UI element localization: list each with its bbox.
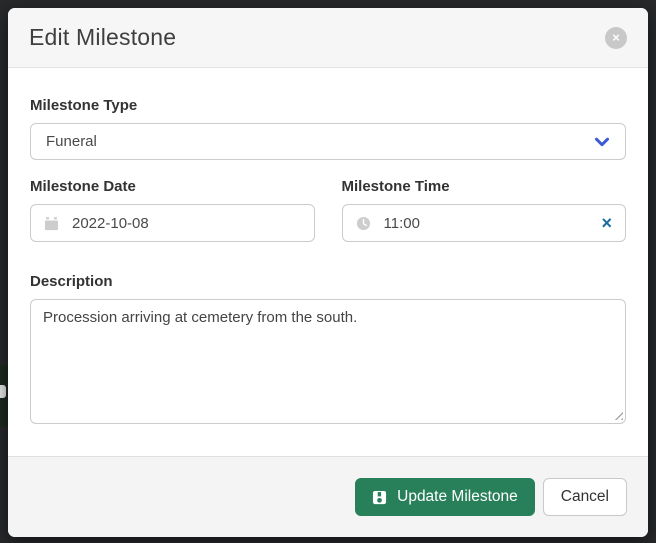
milestone-date-input[interactable]: 2022-10-08	[30, 204, 315, 242]
chevron-down-icon	[594, 134, 610, 150]
clear-time-button[interactable]: ×	[601, 214, 612, 232]
milestone-type-label: Milestone Type	[30, 97, 626, 114]
cancel-label: Cancel	[561, 488, 609, 506]
close-icon: ×	[612, 31, 620, 44]
milestone-type-value: Funeral	[46, 133, 97, 150]
modal-title: Edit Milestone	[29, 24, 176, 51]
milestone-date-label: Milestone Date	[30, 178, 315, 195]
milestone-date-group: Milestone Date 2022-10-08	[30, 178, 315, 242]
description-group: Procession arriving at cemetery from the…	[30, 299, 626, 424]
milestone-time-label: Milestone Time	[342, 178, 627, 195]
modal-body: Milestone Type Funeral Milestone Date	[8, 68, 648, 456]
description-textarea[interactable]: Procession arriving at cemetery from the…	[30, 299, 626, 424]
update-milestone-button[interactable]: Update Milestone	[355, 478, 535, 516]
edit-milestone-modal: Edit Milestone × Milestone Type Funeral …	[8, 8, 648, 537]
update-milestone-label: Update Milestone	[397, 488, 518, 506]
description-label: Description	[30, 273, 626, 290]
milestone-time-input[interactable]: 11:00 ×	[342, 204, 627, 242]
milestone-date-value: 2022-10-08	[72, 215, 149, 232]
milestone-type-select[interactable]: Funeral	[30, 123, 626, 160]
save-icon	[372, 490, 387, 505]
modal-header: Edit Milestone ×	[8, 8, 648, 68]
cancel-button[interactable]: Cancel	[543, 478, 627, 516]
date-time-row: Milestone Date 2022-10-08 Milestone Time	[30, 178, 626, 242]
calendar-icon	[44, 216, 59, 231]
milestone-time-value: 11:00	[384, 215, 420, 232]
clear-icon: ×	[601, 213, 612, 233]
background-content-fragment	[0, 385, 6, 398]
close-button[interactable]: ×	[605, 27, 627, 49]
milestone-time-group: Milestone Time 11:00 ×	[342, 178, 627, 242]
modal-footer: Update Milestone Cancel	[8, 456, 648, 537]
clock-icon	[356, 216, 371, 231]
